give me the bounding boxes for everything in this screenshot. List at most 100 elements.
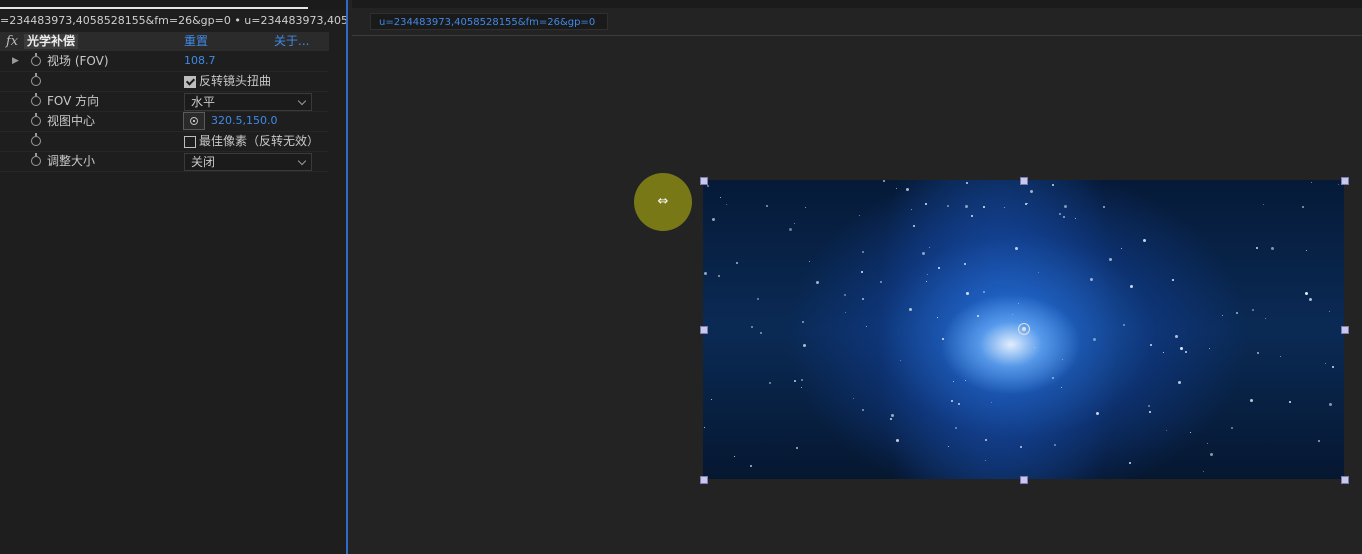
star-particle: [1129, 462, 1131, 464]
panel-tab-strip[interactable]: [0, 0, 346, 10]
star-particle: [861, 271, 863, 273]
twirl-expand-icon[interactable]: ▶: [12, 51, 19, 71]
star-particle: [1263, 204, 1264, 205]
star-particle: [809, 261, 810, 262]
star-particle: [845, 312, 846, 313]
star-particle: [844, 294, 846, 296]
star-particle: [1030, 190, 1033, 193]
fov-orientation-select[interactable]: 水平: [184, 93, 312, 111]
view-center-x[interactable]: 320.5: [211, 114, 243, 127]
comp-layer-tab[interactable]: u=234483973,4058528155&fm=26&gp=0: [370, 13, 608, 30]
resize-cursor-icon: ⇔: [657, 194, 669, 209]
stopwatch-icon[interactable]: [31, 133, 41, 146]
star-particle: [736, 262, 738, 264]
star-particle: [1178, 381, 1181, 384]
star-particle: [801, 379, 803, 381]
reverse-distortion-checkbox[interactable]: [184, 76, 196, 88]
star-particle: [1338, 184, 1339, 185]
transform-handle-bottom-left[interactable]: [700, 476, 708, 484]
star-particle: [983, 206, 985, 208]
star-particle: [948, 446, 949, 447]
layer-breadcrumb: =234483973,4058528155&fm=26&gp=0 • u=234…: [0, 14, 346, 27]
star-particle: [1207, 443, 1208, 444]
star-particle: [1250, 399, 1253, 402]
star-particle: [757, 298, 759, 300]
view-center-value: 320.5,150.0: [211, 111, 278, 131]
star-particle: [1309, 298, 1312, 301]
star-particle: [801, 387, 802, 388]
star-particle: [1271, 247, 1274, 250]
star-particle: [900, 360, 901, 361]
transform-handle-top-left[interactable]: [700, 177, 708, 185]
star-particle: [1166, 430, 1167, 431]
property-row-fov: ▶ 视场 (FOV) 108.7: [0, 51, 329, 72]
star-particle: [965, 380, 966, 381]
transform-handle-bottom-right[interactable]: [1341, 476, 1349, 484]
star-particle: [1257, 352, 1259, 354]
transform-handle-right[interactable]: [1341, 326, 1349, 334]
view-center-label: 视图中心: [47, 114, 96, 128]
resize-select[interactable]: 关闭: [184, 153, 312, 171]
transform-handle-left[interactable]: [700, 326, 708, 334]
star-particle: [1075, 218, 1076, 219]
viewer-tab-strip[interactable]: [352, 0, 1362, 8]
star-particle: [1063, 216, 1065, 218]
stopwatch-icon[interactable]: [31, 53, 41, 66]
transform-handle-top[interactable]: [1020, 177, 1028, 185]
star-particle: [816, 281, 819, 284]
star-particle: [985, 460, 986, 461]
optimal-pixels-label[interactable]: 最佳像素（反转无效）: [199, 131, 319, 151]
star-particle: [922, 252, 925, 255]
fov-value[interactable]: 108.7: [184, 51, 216, 71]
fov-orientation-value: 水平: [191, 95, 216, 109]
anchor-point-icon[interactable]: [1018, 323, 1030, 335]
star-particle: [1163, 352, 1164, 353]
stopwatch-icon[interactable]: [31, 113, 41, 126]
star-particle: [1038, 272, 1039, 273]
star-particle: [1329, 403, 1332, 406]
fx-toggle[interactable]: fx: [6, 32, 18, 51]
resize-value: 关闭: [191, 155, 216, 169]
transform-handle-top-right[interactable]: [1341, 177, 1349, 185]
point-picker-icon[interactable]: [183, 112, 205, 130]
star-particle: [1061, 387, 1062, 388]
star-particle: [1252, 309, 1254, 311]
stopwatch-icon[interactable]: [31, 153, 41, 166]
star-particle: [1305, 292, 1308, 295]
star-particle: [955, 427, 957, 429]
effect-name[interactable]: 光学补偿: [24, 34, 79, 49]
view-center-y[interactable]: 150.0: [246, 114, 278, 127]
star-particle: [1209, 348, 1210, 349]
star-particle: [971, 215, 973, 217]
star-particle: [966, 292, 969, 295]
transform-handle-bottom[interactable]: [1020, 476, 1028, 484]
star-particle: [1027, 203, 1028, 204]
property-row-resize: 调整大小 关闭: [0, 151, 329, 172]
effect-header: fx 光学补偿 重置 关于...: [0, 32, 329, 51]
star-particle: [913, 225, 915, 227]
star-particle: [1289, 401, 1291, 403]
resize-label: 调整大小: [47, 154, 96, 168]
star-particle: [911, 209, 912, 210]
optimal-pixels-checkbox[interactable]: [184, 136, 196, 148]
active-panel-border: [346, 0, 348, 554]
about-link[interactable]: 关于...: [274, 32, 309, 51]
star-particle: [1256, 247, 1258, 249]
reverse-distortion-label[interactable]: 反转镜头扭曲: [199, 71, 271, 91]
star-particle: [1236, 312, 1238, 314]
chevron-down-icon: [297, 156, 307, 166]
star-particle: [942, 338, 944, 340]
star-particle: [766, 205, 768, 207]
star-particle: [964, 263, 966, 265]
star-particle: [1265, 318, 1266, 319]
star-particle: [947, 205, 949, 207]
star-particle: [1210, 453, 1213, 456]
star-particle: [883, 180, 885, 182]
reset-link[interactable]: 重置: [184, 32, 208, 51]
stopwatch-icon[interactable]: [31, 73, 41, 86]
star-particle: [1121, 248, 1122, 249]
stopwatch-icon[interactable]: [31, 93, 41, 106]
star-particle: [1306, 250, 1307, 251]
star-particle: [704, 427, 705, 428]
star-particle: [966, 182, 968, 184]
